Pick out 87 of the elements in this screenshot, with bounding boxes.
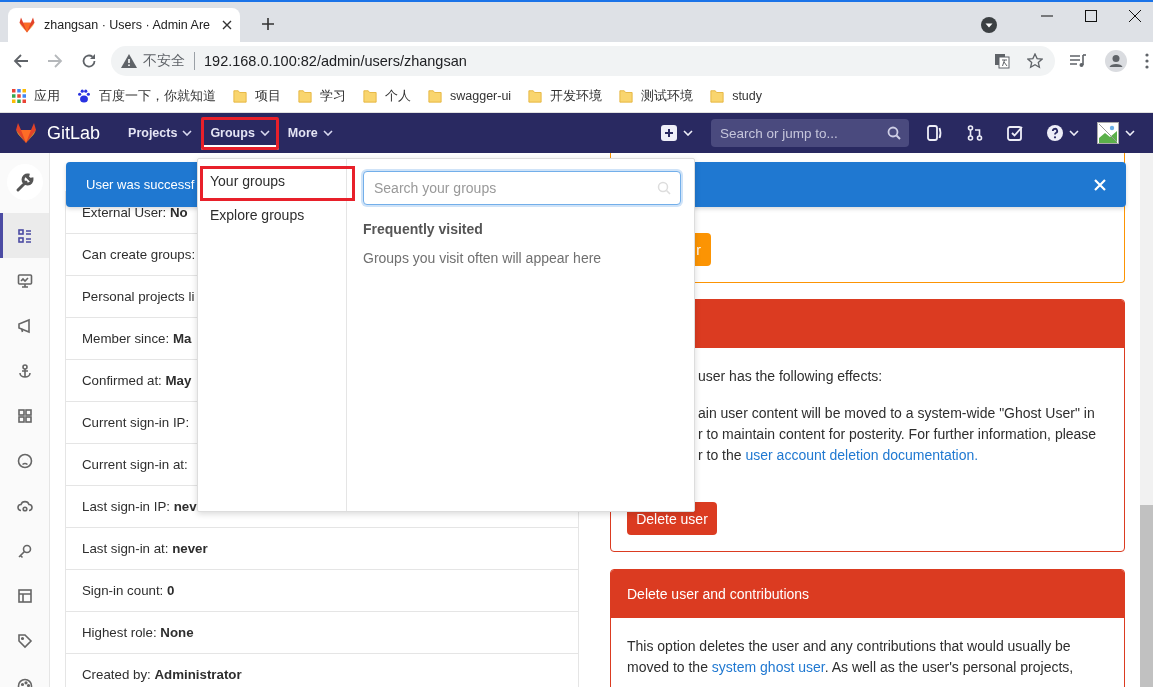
folder-icon — [619, 89, 634, 103]
paragraph-line: user has the following effects: — [697, 367, 884, 386]
menu-item[interactable]: Explore groups — [198, 198, 346, 232]
broken-image-icon — [1097, 122, 1119, 144]
card-header: Delete user and contributions — [611, 570, 1124, 618]
caret-icon — [322, 130, 333, 136]
merge-request-icon[interactable] — [967, 125, 983, 141]
search-icon — [657, 181, 671, 195]
detail-row: Created by: Administrator — [66, 654, 578, 687]
profile-icon[interactable] — [1105, 50, 1127, 72]
paragraph-line: r to maintain content for posterity. For further information, please — [697, 425, 1098, 444]
bookmark[interactable]: 项目 — [233, 87, 281, 105]
detail-row: Sign-in count: 0 — [66, 570, 578, 612]
nav-menu-item[interactable]: Groups — [201, 116, 279, 150]
sad-face-icon — [16, 452, 33, 469]
caret-icon — [1125, 130, 1135, 136]
layout-icon — [16, 587, 33, 604]
caret-icon — [1069, 130, 1079, 136]
plus-icon[interactable] — [261, 17, 275, 31]
bookmark[interactable]: 个人 — [363, 87, 411, 105]
dashboard-icon — [16, 227, 33, 244]
bookmark[interactable]: study — [710, 89, 763, 103]
menu-icon[interactable] — [1145, 53, 1149, 69]
folder-icon — [233, 89, 247, 103]
folder-icon — [710, 89, 725, 103]
address-bar[interactable]: 不安全 192.168.0.100:82/admin/users/zhangsan — [111, 46, 1055, 76]
search-field[interactable]: Search your groups — [363, 171, 681, 205]
detail-row: Last sign-in at: never — [66, 528, 578, 570]
close-icon[interactable] — [1129, 10, 1141, 22]
caret-icon — [259, 130, 270, 136]
close-icon[interactable] — [222, 20, 232, 30]
browser-tab[interactable]: zhangsan · Users · Admin Are — [8, 8, 240, 42]
new-menu-button[interactable] — [661, 125, 693, 141]
nav-menu-item[interactable]: Projects — [119, 116, 202, 150]
brand-name[interactable]: GitLab — [47, 122, 101, 144]
bookmark[interactable]: 开发环境 — [528, 87, 603, 105]
tag-icon — [16, 632, 33, 649]
help-menu-button[interactable] — [1047, 125, 1079, 141]
scrollbar-thumb[interactable] — [1140, 505, 1153, 687]
alert-message: User was successf — [86, 177, 195, 192]
section-heading: Frequently visited — [363, 221, 484, 237]
translate-icon[interactable] — [994, 53, 1010, 69]
apps-grid-icon — [16, 407, 33, 424]
description-text: This option deletes the user and any contributions that would usually be moved to the system ghost user. As well as the user's personal projects, — [627, 637, 1075, 677]
url-text: 192.168.0.100:82/admin/users/zhangsan — [204, 53, 467, 69]
sidebar-item[interactable] — [0, 213, 49, 258]
anchor-icon — [16, 362, 33, 379]
key-icon — [16, 542, 33, 559]
bookmark[interactable]: 学习 — [298, 87, 346, 105]
folder-icon — [528, 89, 543, 103]
search-field[interactable]: Search or jump to... — [711, 119, 909, 147]
bookmark[interactable]: swagger-ui — [428, 89, 512, 103]
ghost-user-link[interactable]: system ghost user — [711, 659, 825, 675]
detail-row: Highest role: None — [66, 612, 578, 654]
plus-square-icon — [661, 125, 677, 141]
nav-menu-item[interactable]: More — [278, 116, 342, 150]
caret-icon — [182, 130, 193, 136]
bookmark[interactable]: 测试环境 — [619, 87, 694, 105]
user-menu-button[interactable] — [1097, 122, 1135, 144]
folder-icon — [428, 89, 442, 103]
folder-icon — [298, 89, 312, 103]
paw-icon — [77, 89, 91, 103]
help-icon — [1047, 125, 1063, 141]
star-icon[interactable] — [1027, 53, 1043, 69]
folder-icon — [363, 89, 377, 103]
tab-title: zhangsan · Users · Admin Are — [44, 18, 212, 32]
fox-icon[interactable] — [14, 121, 38, 145]
security-label: 不安全 — [143, 52, 185, 70]
bookmark[interactable]: 应用 — [12, 87, 60, 105]
todo-icon[interactable] — [1007, 125, 1023, 141]
warning-icon — [121, 54, 137, 68]
reload-icon[interactable] — [81, 53, 97, 69]
caret-icon — [683, 130, 693, 136]
paragraph-line: ain user content will be moved to a system-wide "Ghost User" in — [697, 404, 1096, 423]
media-icon[interactable] — [1069, 54, 1087, 68]
scrollbar[interactable] — [1140, 153, 1153, 687]
search-icon — [887, 126, 901, 140]
bookmark[interactable]: 百度一下，你就知道 — [77, 87, 216, 105]
maximize-icon[interactable] — [1085, 10, 1097, 22]
monitor-icon — [16, 272, 33, 289]
megaphone-icon — [16, 317, 33, 334]
tab-search-icon[interactable] — [981, 17, 997, 33]
documentation-link[interactable]: user account deletion documentation. — [745, 447, 979, 463]
panel-icon[interactable] — [927, 125, 943, 141]
back-icon[interactable] — [13, 53, 29, 69]
grid-icon — [12, 89, 26, 103]
fox-icon — [18, 16, 36, 34]
